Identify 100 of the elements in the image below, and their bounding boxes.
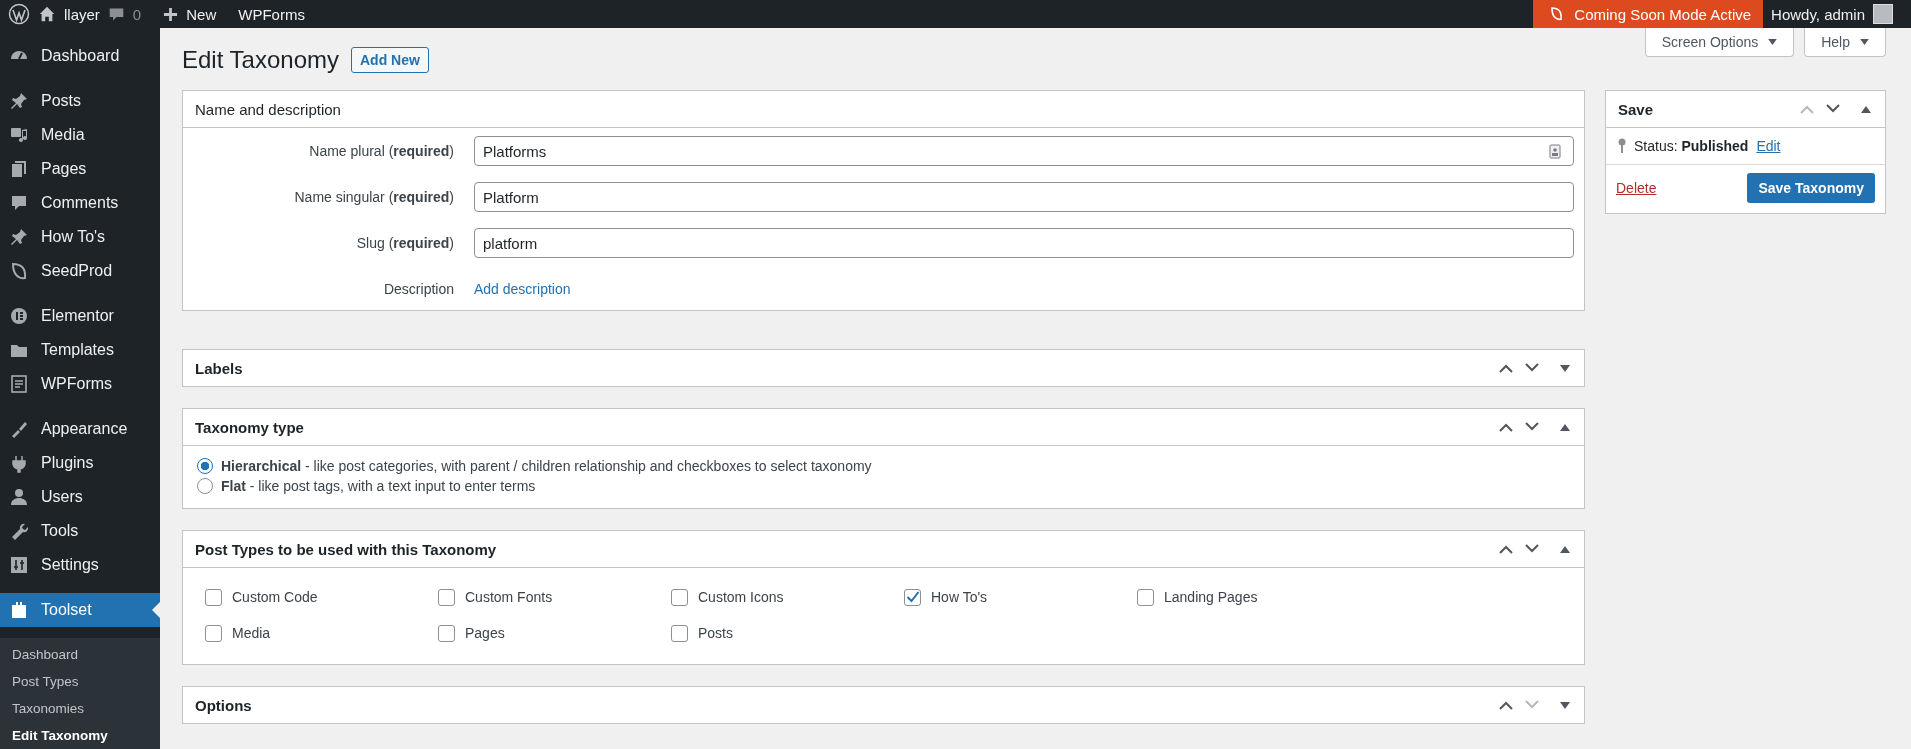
sidebar-label: SeedProd [41, 262, 113, 280]
status-text: Status: Published [1634, 138, 1749, 154]
person-icon [9, 487, 29, 507]
checkbox-label: Landing Pages [1164, 589, 1258, 605]
pushpin-icon [9, 227, 29, 247]
edit-status-link[interactable]: Edit [1756, 138, 1781, 154]
sidebar-item[interactable]: Users [0, 480, 160, 514]
text-input-field[interactable]: platform [474, 228, 1574, 258]
chevron-down-icon[interactable] [1825, 104, 1841, 114]
wordpress-logo-icon[interactable] [8, 3, 30, 25]
sidebar-item[interactable]: How To's [0, 220, 160, 254]
checkbox-label: Pages [465, 625, 505, 641]
text-input-field[interactable]: Platform [474, 182, 1574, 212]
wpforms-link[interactable]: WPForms [238, 5, 305, 23]
add-new-button[interactable]: Add New [351, 47, 429, 73]
sidebar-label: Templates [41, 341, 114, 359]
home-icon[interactable] [38, 5, 56, 23]
checkbox[interactable] [671, 624, 688, 642]
leaf-icon [9, 261, 29, 281]
sidebar-label: Posts [41, 92, 81, 110]
submenu-item[interactable]: Post Types [0, 668, 160, 695]
sidebar-item[interactable]: Media [0, 118, 160, 152]
help-tab[interactable]: Help [1804, 28, 1886, 57]
sidebar-item[interactable]: WPForms [0, 367, 160, 401]
sidebar-item[interactable]: Templates [0, 333, 160, 367]
triangle-up-icon[interactable] [1861, 105, 1871, 113]
submenu-item[interactable]: Edit Taxonomy [0, 722, 160, 749]
panel-title: Post Types to be used with this Taxonomy [195, 540, 497, 558]
chevron-up-icon[interactable] [1498, 544, 1514, 554]
checkbox[interactable] [904, 588, 921, 606]
sidebar-label: WPForms [41, 375, 113, 393]
submenu-item[interactable]: Taxonomies [0, 695, 160, 722]
triangle-up-icon[interactable] [1560, 423, 1570, 431]
save-taxonomy-button[interactable]: Save Taxonomy [1747, 173, 1875, 203]
sidebar-item[interactable]: Posts [0, 84, 160, 118]
triangle-down-icon [1860, 39, 1869, 45]
sidebar-item[interactable]: Tools [0, 514, 160, 548]
triangle-up-icon[interactable] [1560, 545, 1570, 553]
sidebar-item[interactable]: Toolset [0, 593, 160, 627]
sidebar-label: Plugins [41, 454, 94, 472]
sidebar-item[interactable]: Comments [0, 186, 160, 220]
sidebar-item[interactable]: Plugins [0, 446, 160, 480]
chevron-up-icon[interactable] [1498, 700, 1514, 710]
checkbox-label: Posts [698, 625, 733, 641]
checkmark-icon [905, 591, 920, 603]
coming-soon-badge[interactable]: Coming Soon Mode Active [1533, 0, 1764, 28]
plus-icon[interactable] [163, 6, 179, 22]
sidebar-item[interactable]: Elementor [0, 299, 160, 333]
checkbox[interactable] [205, 624, 222, 642]
sidebar-item[interactable]: Settings [0, 548, 160, 582]
new-link[interactable]: New [186, 5, 217, 23]
media-icon [9, 125, 29, 145]
field-label: Name singular (required) [293, 189, 454, 205]
checkbox[interactable] [438, 624, 455, 642]
chevron-up-icon[interactable] [1498, 363, 1514, 373]
radio-button[interactable] [197, 458, 213, 474]
chevron-down-icon[interactable] [1524, 544, 1540, 554]
page-title: Edit Taxonomy [182, 46, 339, 74]
greeting-link[interactable]: Howdy, admin [1763, 5, 1873, 23]
triangle-down-icon[interactable] [1560, 701, 1570, 709]
radio-label: Hierarchical - like post categories, with parent / children relationship and checkboxes to select taxonomy [221, 458, 872, 474]
triangle-down-icon[interactable] [1560, 364, 1570, 372]
sidebar-item[interactable]: Appearance [0, 412, 160, 446]
submenu-item[interactable]: Dashboard [0, 641, 160, 668]
sidebar-label: Elementor [41, 307, 114, 325]
sidebar-label: Tools [41, 522, 79, 540]
text-input-field[interactable]: Platforms [474, 136, 1574, 166]
leaf-icon [1549, 6, 1565, 22]
delete-link[interactable]: Delete [1616, 180, 1657, 196]
panel-title: Options [195, 696, 252, 714]
comment-count[interactable]: 0 [132, 5, 142, 23]
site-name-link[interactable]: llayer [64, 5, 100, 23]
radio-button[interactable] [197, 478, 213, 494]
panel-title: Labels [195, 359, 243, 377]
plug-icon [9, 453, 29, 473]
checkbox-label: Custom Code [232, 589, 318, 605]
letter-circle-icon [9, 306, 29, 326]
screen-options-tab[interactable]: Screen Options [1644, 28, 1795, 57]
sidebar-label: Dashboard [41, 47, 120, 65]
checkbox[interactable] [1137, 588, 1154, 606]
sidebar-label: Toolset [41, 601, 92, 619]
chevron-down-icon[interactable] [1524, 422, 1540, 432]
chevron-up-icon[interactable] [1498, 422, 1514, 432]
checkbox[interactable] [671, 588, 688, 606]
add-description-link[interactable]: Add description [474, 281, 571, 297]
current-pointer [152, 602, 160, 618]
checkbox-label: How To's [931, 589, 988, 605]
sidebar-item[interactable]: Pages [0, 152, 160, 186]
field-label: Description [382, 281, 454, 297]
sidebar-item[interactable]: SeedProd [0, 254, 160, 288]
sliders-icon [9, 555, 29, 575]
checkbox-label: Media [232, 625, 271, 641]
sidebar-label: How To's [41, 228, 106, 246]
block-icon [9, 600, 29, 620]
chevron-down-icon[interactable] [1524, 363, 1540, 373]
checkbox[interactable] [438, 588, 455, 606]
sidebar-item[interactable]: Dashboard [0, 39, 160, 73]
coming-soon-text: Coming Soon Mode Active [1574, 5, 1752, 23]
contact-card-icon[interactable] [1549, 143, 1561, 159]
checkbox[interactable] [205, 588, 222, 606]
